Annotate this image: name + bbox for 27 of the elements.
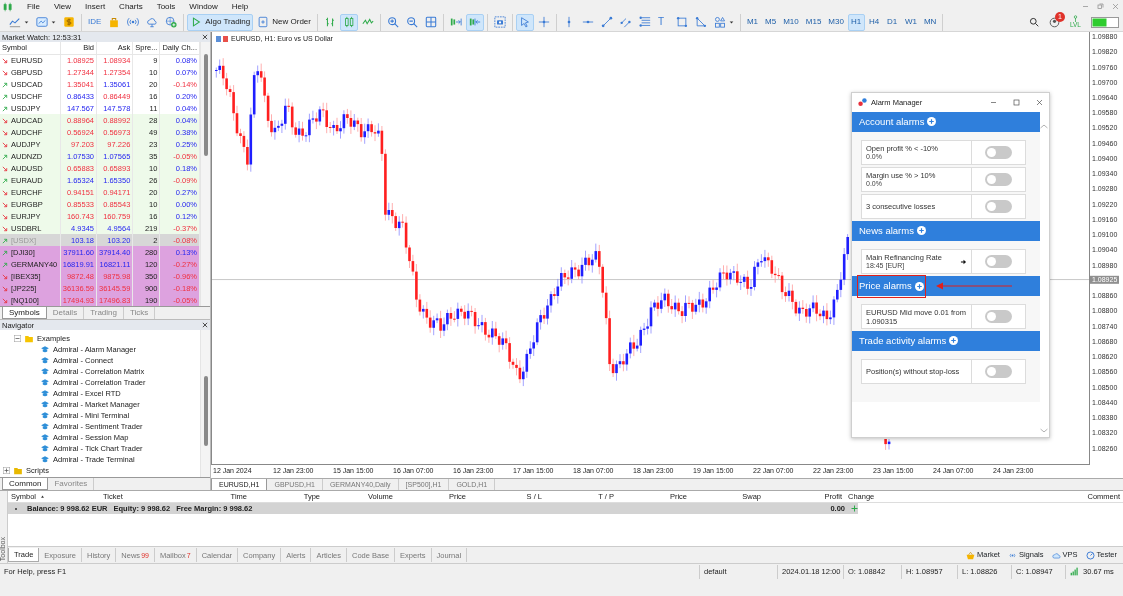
toolbar-button[interactable]: Algo Trading bbox=[187, 13, 254, 31]
tab[interactable]: Symbols bbox=[2, 307, 47, 319]
menu-item[interactable]: Help bbox=[231, 1, 249, 12]
timeframe-button[interactable]: W1 bbox=[901, 13, 920, 31]
menu-item[interactable]: Window bbox=[189, 1, 218, 12]
section-title: Trade activity alarms bbox=[859, 335, 947, 347]
menu-item[interactable]: View bbox=[53, 1, 72, 12]
menu-item[interactable]: Charts bbox=[119, 1, 143, 12]
menu-item[interactable]: Tools bbox=[156, 1, 176, 12]
timeframe-button[interactable]: M1 bbox=[743, 13, 762, 31]
timeframe-button[interactable]: MN bbox=[920, 13, 940, 31]
toolbar-button[interactable]: IDE bbox=[85, 13, 105, 31]
section-title: Price alarms bbox=[859, 280, 912, 292]
timeframe-button[interactable]: M30 bbox=[825, 13, 847, 31]
timeframe-button[interactable]: M5 bbox=[762, 13, 780, 31]
section-title: Account alarms bbox=[859, 116, 925, 128]
timeframe-button[interactable]: D1 bbox=[883, 13, 901, 31]
tab[interactable]: Common bbox=[2, 478, 49, 490]
timeframe-button[interactable]: H1 bbox=[847, 13, 865, 31]
timeframe-button[interactable]: M15 bbox=[802, 13, 825, 31]
section-title: News alarms bbox=[859, 225, 914, 237]
menu-item[interactable]: File bbox=[27, 1, 40, 12]
toolbar-button[interactable]: New Order bbox=[254, 13, 314, 31]
timeframe-button[interactable]: M10 bbox=[780, 13, 802, 31]
menu-item[interactable]: Insert bbox=[85, 1, 106, 12]
timeframe-button[interactable]: H4 bbox=[865, 13, 883, 31]
toolbar-button[interactable]: T bbox=[654, 13, 672, 31]
